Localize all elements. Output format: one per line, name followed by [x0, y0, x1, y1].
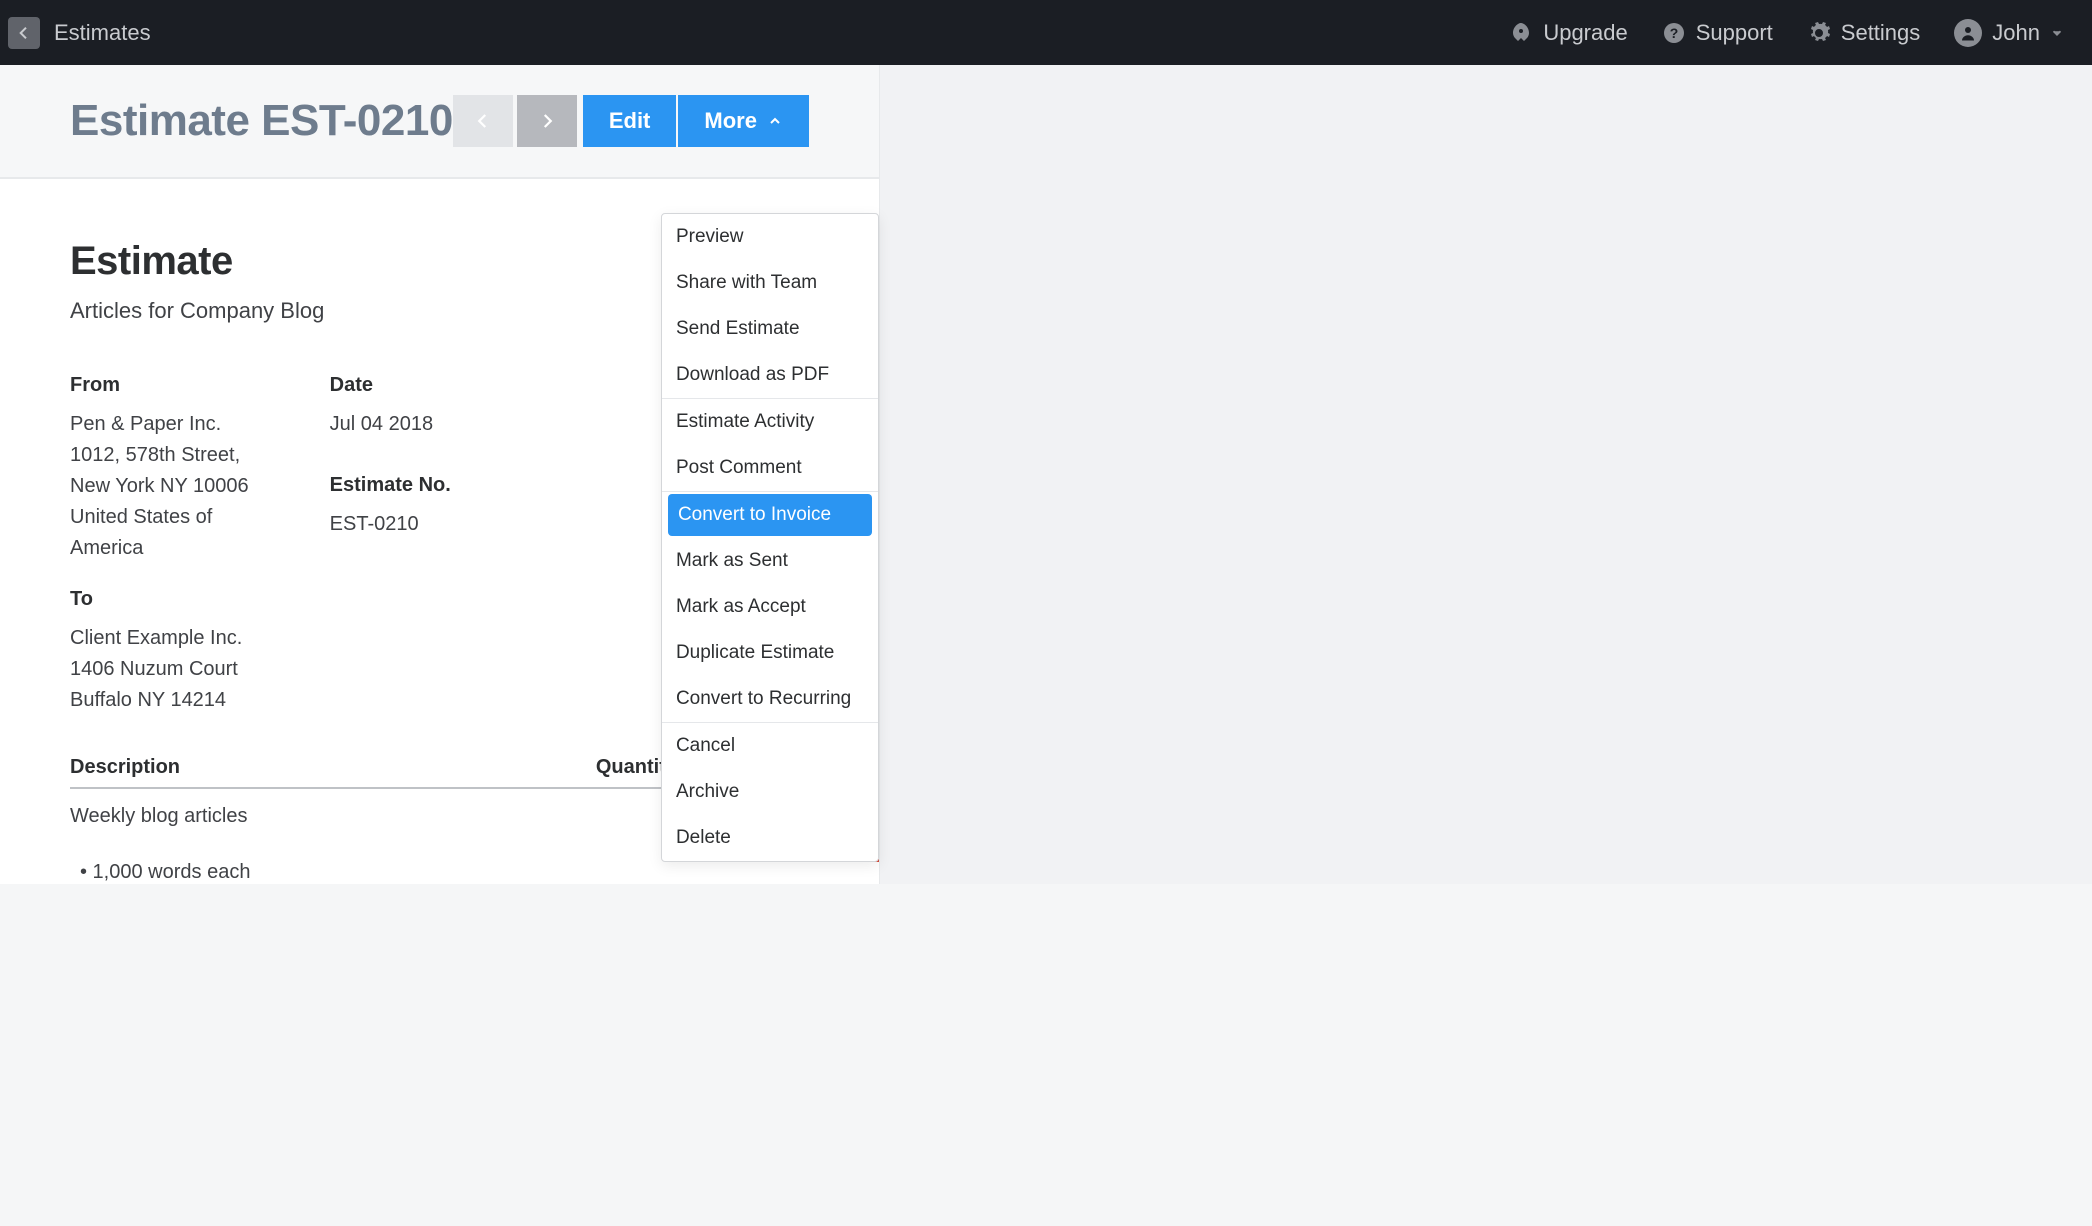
from-label: From: [70, 374, 290, 397]
settings-label: Settings: [1841, 20, 1921, 46]
rocket-icon: [1509, 21, 1533, 45]
avatar: [1954, 19, 1982, 47]
date-label: Date: [330, 374, 550, 397]
dropdown-estimate-activity[interactable]: Estimate Activity: [662, 399, 878, 445]
dropdown-send-estimate[interactable]: Send Estimate: [662, 306, 878, 352]
from-line: Pen & Paper Inc.: [70, 409, 290, 440]
estimate-no-label: Estimate No.: [330, 474, 550, 497]
more-dropdown: Preview Share with Team Send Estimate Do…: [661, 213, 879, 862]
help-icon: ?: [1662, 21, 1686, 45]
to-block: Client Example Inc. 1406 Nuzum Court Buf…: [70, 623, 290, 716]
to-line: Buffalo NY 14214: [70, 685, 290, 716]
prev-button[interactable]: [453, 95, 513, 147]
to-line: Client Example Inc.: [70, 623, 290, 654]
col-description: Description: [70, 756, 571, 779]
dropdown-download-pdf[interactable]: Download as PDF: [662, 352, 878, 398]
chevron-up-icon: [767, 113, 783, 129]
more-button[interactable]: More: [678, 95, 809, 147]
dropdown-convert-invoice[interactable]: Convert to Invoice: [668, 494, 872, 536]
dropdown-mark-accept[interactable]: Mark as Accept: [662, 584, 878, 630]
dropdown-duplicate[interactable]: Duplicate Estimate: [662, 630, 878, 676]
page-header: Estimate EST-0210 Edit More: [0, 65, 879, 178]
dropdown-post-comment[interactable]: Post Comment: [662, 445, 878, 491]
breadcrumb[interactable]: Estimates: [54, 20, 151, 46]
from-block: Pen & Paper Inc. 1012, 578th Street, New…: [70, 409, 290, 564]
to-line: 1406 Nuzum Court: [70, 654, 290, 685]
gear-icon: [1807, 21, 1831, 45]
dropdown-preview[interactable]: Preview: [662, 214, 878, 260]
content: Estimate EST-0210 Edit More Estimate Art…: [0, 65, 880, 884]
more-label: More: [704, 108, 757, 134]
estimate-no-value: EST-0210: [330, 509, 550, 540]
record-nav: [453, 95, 577, 147]
to-label: To: [70, 588, 290, 611]
edit-button[interactable]: Edit: [583, 95, 677, 147]
svg-text:?: ?: [1669, 25, 1678, 41]
topbar: Estimates Upgrade ? Support Settings Joh…: [0, 0, 2092, 65]
user-icon: [1959, 24, 1977, 42]
upgrade-link[interactable]: Upgrade: [1509, 20, 1627, 46]
dropdown-cancel[interactable]: Cancel: [662, 723, 878, 769]
line-desc: Weekly blog articles: [70, 805, 571, 849]
dropdown-delete[interactable]: Delete: [662, 815, 878, 861]
support-link[interactable]: ? Support: [1662, 20, 1773, 46]
line-bullet: • 1,000 words each: [70, 861, 809, 884]
next-button[interactable]: [517, 95, 577, 147]
back-button[interactable]: [8, 17, 40, 49]
dropdown-convert-recurring[interactable]: Convert to Recurring: [662, 676, 878, 722]
user-name: John: [1992, 20, 2040, 46]
dropdown-share-team[interactable]: Share with Team: [662, 260, 878, 306]
from-line: 1012, 578th Street,: [70, 440, 290, 471]
date-value: Jul 04 2018: [330, 409, 550, 440]
from-line: United States of America: [70, 502, 290, 564]
support-label: Support: [1696, 20, 1773, 46]
upgrade-label: Upgrade: [1543, 20, 1627, 46]
user-menu[interactable]: John: [1954, 19, 2064, 47]
dropdown-mark-sent[interactable]: Mark as Sent: [662, 538, 878, 584]
settings-link[interactable]: Settings: [1807, 20, 1921, 46]
edit-label: Edit: [609, 108, 651, 134]
chevron-down-icon: [2050, 26, 2064, 40]
dropdown-archive[interactable]: Archive: [662, 769, 878, 815]
page-title: Estimate EST-0210: [70, 96, 453, 146]
from-line: New York NY 10006: [70, 471, 290, 502]
